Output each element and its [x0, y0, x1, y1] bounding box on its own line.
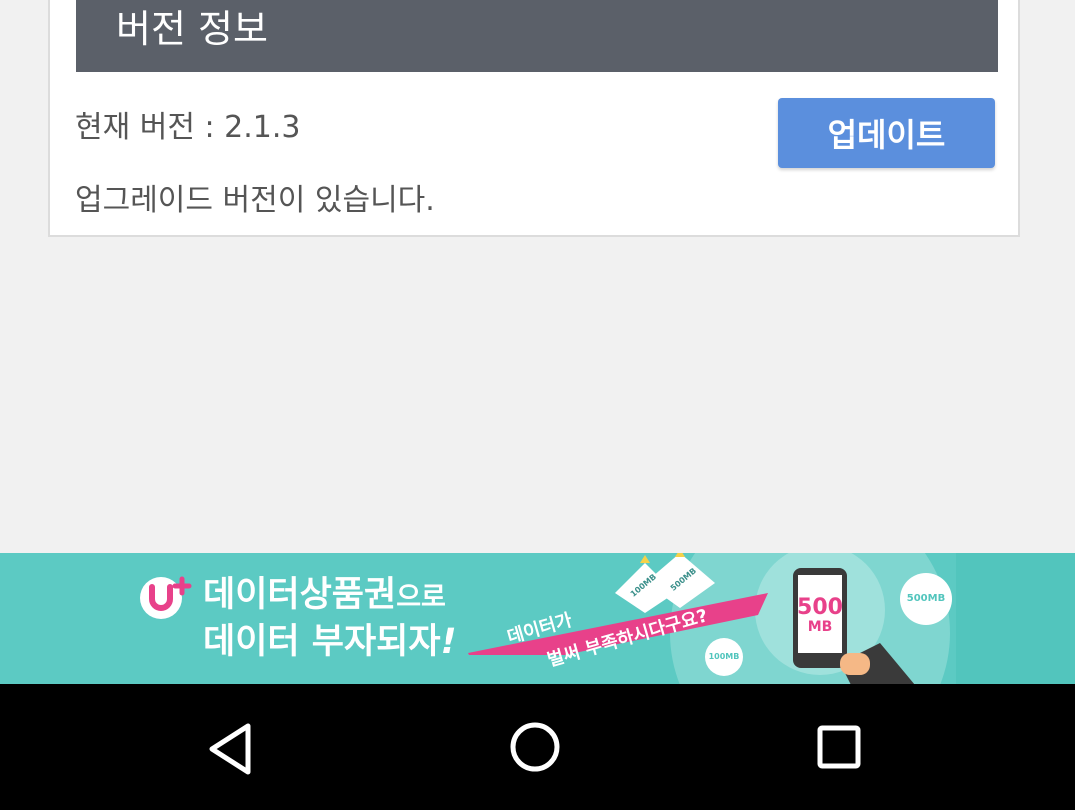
ad-headline: 데이터상품권으로 데이터 부자되자! — [203, 573, 457, 664]
ad-headline-line1-main: 데이터상품권 — [203, 575, 397, 615]
ad-badge-500mb: 500MB — [900, 573, 952, 625]
ad-headline-line1-small: 으로 — [396, 582, 446, 613]
back-triangle-icon[interactable] — [198, 714, 268, 784]
recent-apps-square-icon[interactable] — [804, 714, 874, 784]
ad-ticket-cards — [615, 553, 715, 613]
upgrade-notice-text: 업그레이드 버전이 있습니다. — [75, 183, 435, 218]
app-screen: 버전 정보 현재 버전 : 2.1.3 업그레이드 버전이 있습니다. 업데이트… — [0, 0, 1075, 810]
ad-phone-unit: MB — [807, 619, 833, 635]
ad-headline-line2: 데이터 부자되자! — [203, 620, 457, 664]
ad-banner[interactable]: 데이터상품권으로 데이터 부자되자! 데이터가 벌써 부족하시다구요? 100M… — [0, 553, 1075, 684]
system-nav-bar — [0, 684, 1075, 810]
update-button[interactable]: 업데이트 — [778, 98, 995, 168]
ad-badge-100mb: 100MB — [705, 638, 743, 676]
home-circle-icon[interactable] — [500, 714, 570, 784]
version-info-card: 버전 정보 현재 버전 : 2.1.3 업그레이드 버전이 있습니다. 업데이트 — [48, 0, 1020, 237]
lg-uplus-logo-icon — [140, 576, 192, 619]
ad-headline-line1: 데이터상품권으로 — [203, 573, 457, 620]
ad-headline-line2-suffix: ! — [440, 622, 457, 662]
current-version-text: 현재 버전 : 2.1.3 — [75, 110, 301, 145]
version-info-header: 버전 정보 — [76, 0, 998, 72]
ad-phone-value: 500 — [797, 595, 843, 620]
hand-icon — [840, 643, 915, 684]
version-info-title: 버전 정보 — [116, 7, 268, 51]
ad-headline-line2-main: 데이터 부자되자 — [203, 622, 441, 662]
